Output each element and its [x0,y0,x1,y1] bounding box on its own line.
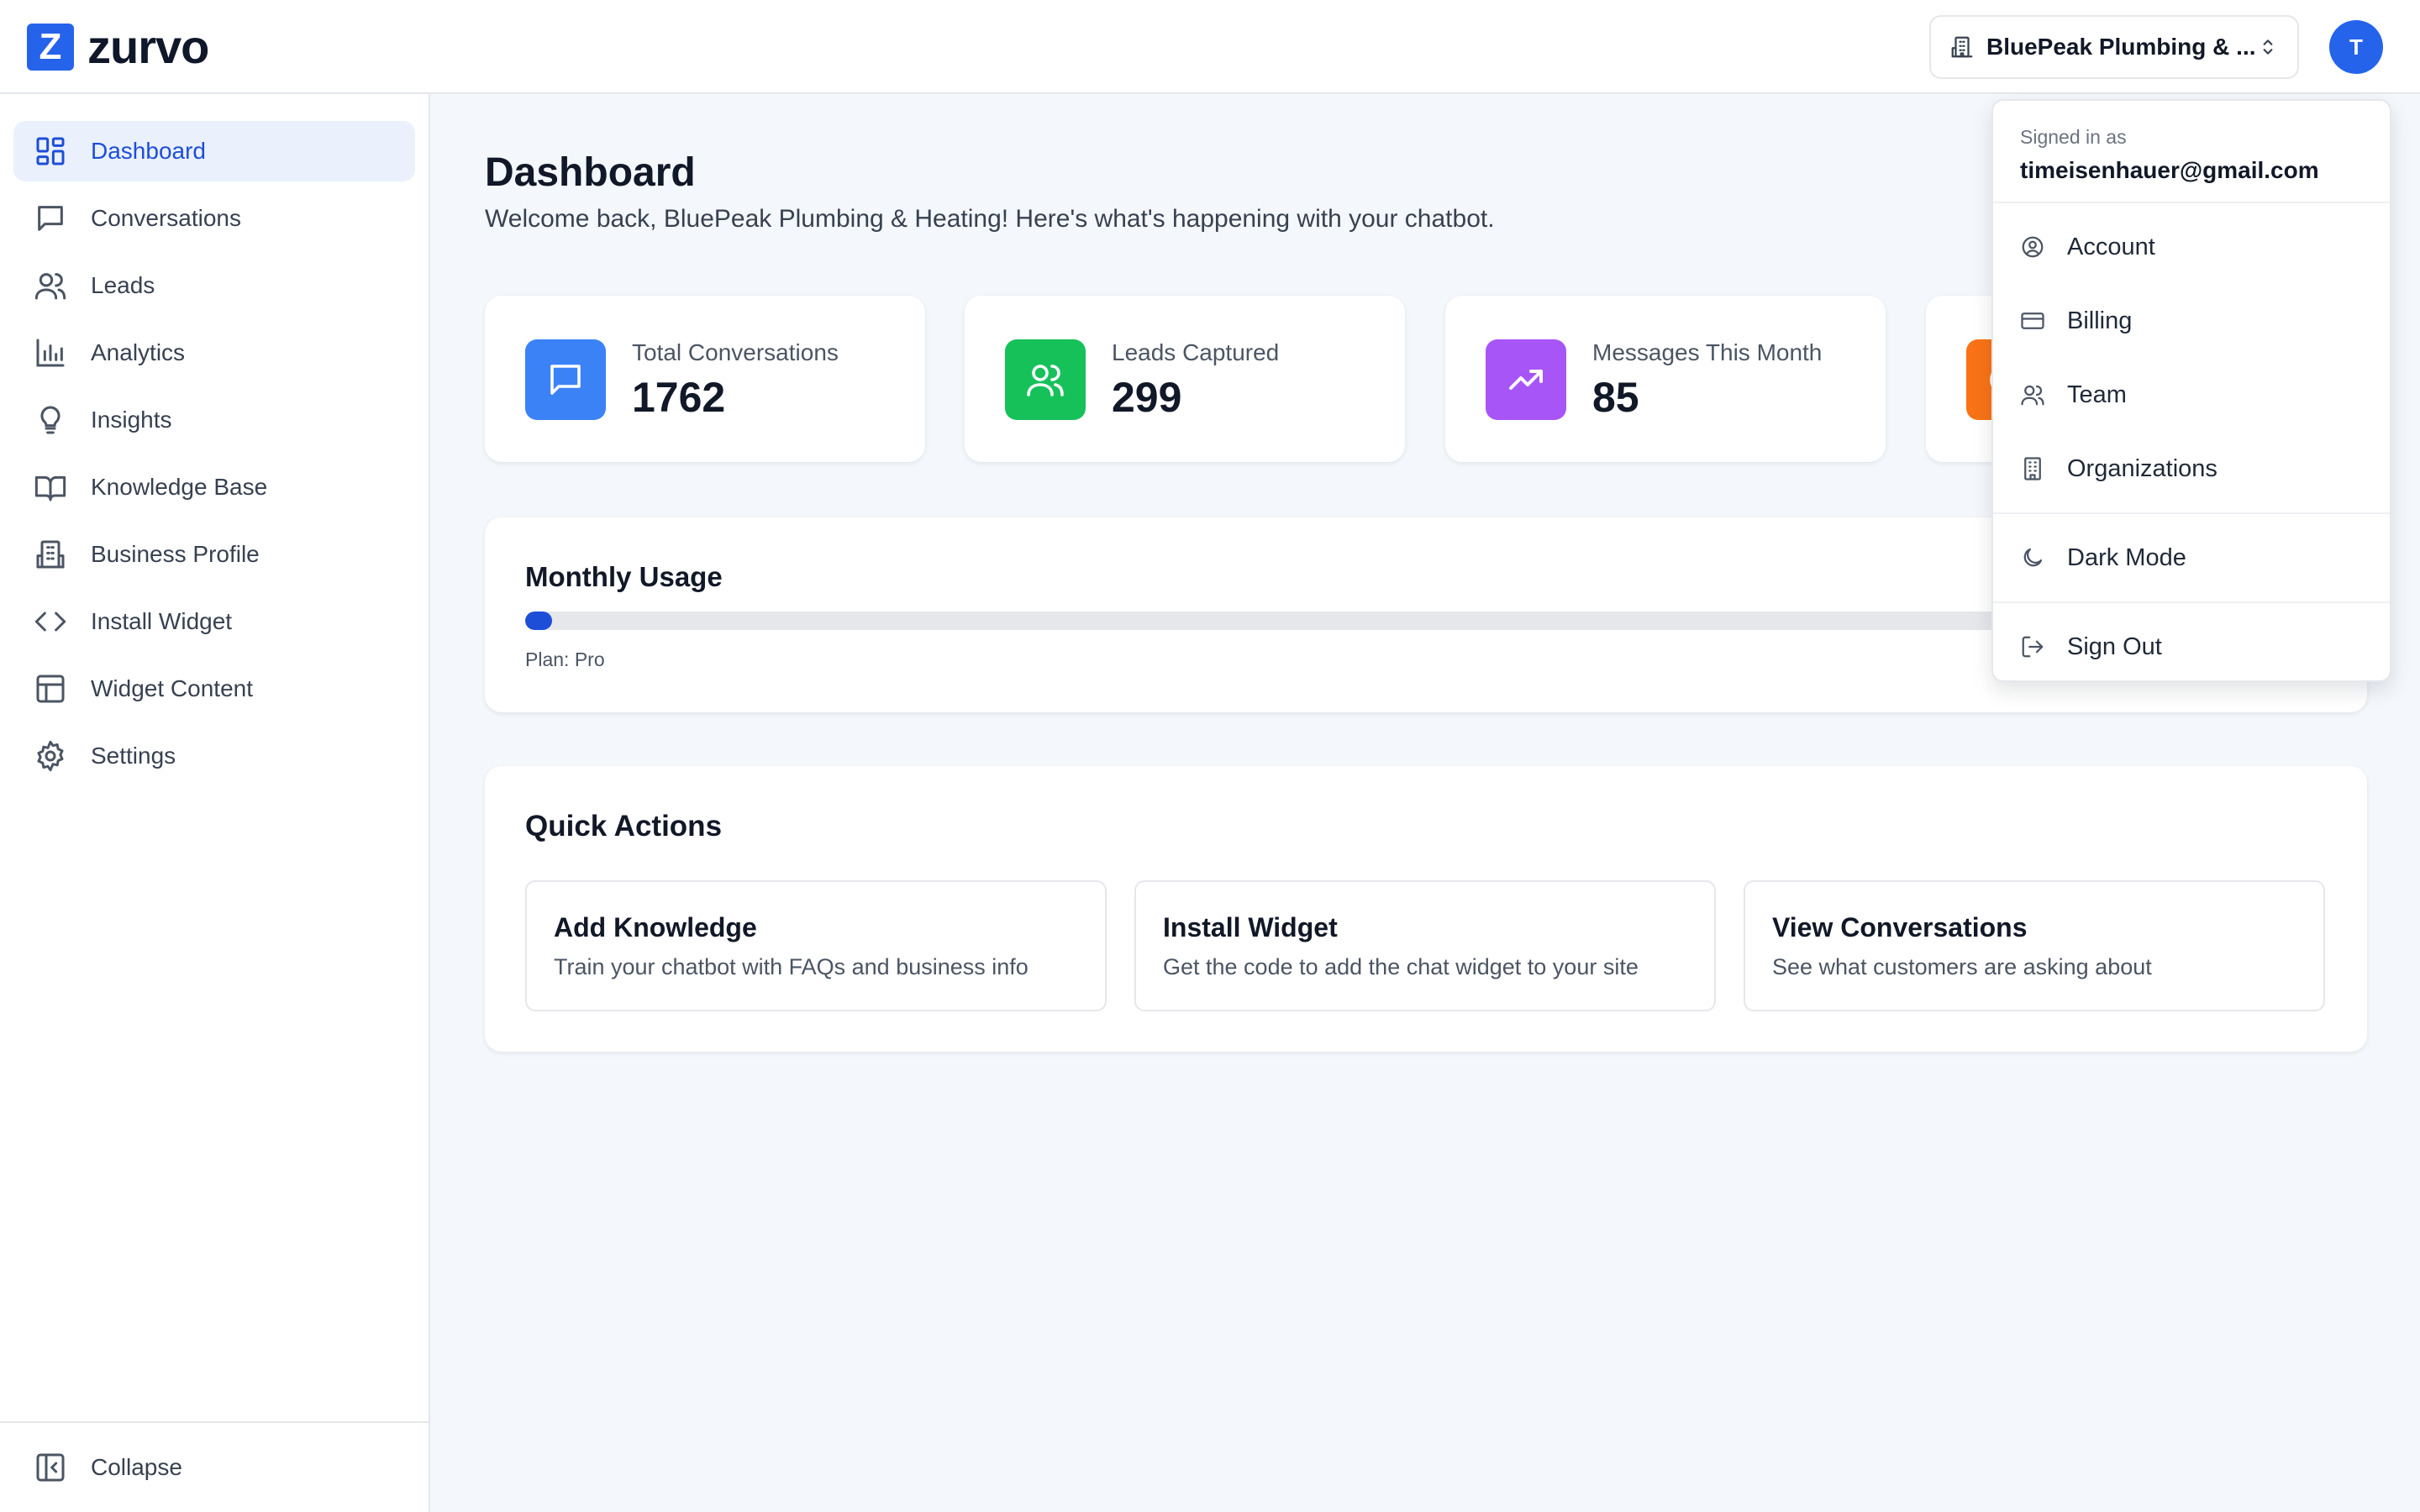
sidebar-nav: Dashboard Conversations Leads Analytics … [0,94,429,820]
chat-icon [550,365,581,395]
stat-icon-box [1005,339,1086,420]
user-menu-dropdown: Signed in as timeisenhauer@gmail.com Acc… [1991,99,2391,682]
sidebar-item-label: Business Profile [91,541,260,567]
menu-item-label: Dark Mode [2067,543,2186,571]
sidebar: Dashboard Conversations Leads Analytics … [0,94,430,1512]
stat-value: 299 [1112,374,1182,421]
page-subtitle: Welcome back, BluePeak Plumbing & Heatin… [485,205,1495,233]
sidebar-item-label: Leads [91,272,155,298]
dashboard-icon [36,137,65,165]
sign-out-icon [2022,636,2044,658]
credit-card-icon [2021,312,2044,329]
menu-item-label: Organizations [2067,454,2217,482]
user-email: timeisenhauer@gmail.com [2020,157,2319,183]
sidebar-item-analytics[interactable]: Analytics [13,323,415,383]
stat-card-leads-captured: Leads Captured 299 [965,296,1405,462]
page-title: Dashboard [485,150,696,195]
sidebar-item-label: Widget Content [91,675,253,701]
menu-item-organizations[interactable]: Organizations [1993,432,2390,506]
quick-action-desc: Train your chatbot with FAQs and busines… [554,954,1028,979]
quick-action-install-widget[interactable]: Install Widget Get the code to add the c… [1134,880,1716,1011]
collapse-sidebar-button[interactable]: Collapse [0,1421,429,1512]
sidebar-item-dashboard[interactable]: Dashboard [13,121,415,181]
layout-icon [36,675,65,703]
menu-item-label: Team [2067,381,2127,408]
usage-progress-fill [525,612,553,630]
quick-action-title: Install Widget [1163,912,1338,942]
user-avatar-button[interactable]: T [2329,20,2383,74]
building-icon [1951,36,1973,58]
sidebar-item-label: Settings [91,743,176,769]
gear-icon [37,740,64,772]
stat-label: Messages This Month [1592,339,1823,365]
users-icon [34,273,66,300]
quick-action-title: Add Knowledge [554,912,757,942]
sidebar-item-conversations[interactable]: Conversations [13,188,415,249]
sidebar-item-insights[interactable]: Insights [13,390,415,450]
lightbulb-icon [40,406,60,434]
code-icon [34,612,66,632]
quick-action-add-knowledge[interactable]: Add Knowledge Train your chatbot with FA… [525,880,1107,1011]
logo-mark: Z [27,24,74,71]
quick-actions-title: Quick Actions [525,810,723,843]
book-icon [34,475,66,501]
quick-action-view-conversations[interactable]: View Conversations See what customers ar… [1744,880,2325,1011]
chevron-up-down-icon [2263,39,2273,55]
building-icon [2024,457,2041,480]
sidebar-item-widget-content[interactable]: Widget Content [13,659,415,719]
sidebar-item-settings[interactable]: Settings [13,726,415,786]
menu-item-label: Billing [2067,307,2133,334]
usage-title: Monthly Usage [525,561,723,592]
sidebar-item-business-profile[interactable]: Business Profile [13,524,415,585]
sidebar-item-label: Dashboard [91,138,206,164]
sidebar-collapse-icon [36,1453,65,1482]
quick-action-desc: See what customers are asking about [1772,954,2152,979]
menu-item-dark-mode[interactable]: Dark Mode [1993,521,2390,595]
sidebar-item-knowledge-base[interactable]: Knowledge Base [13,457,415,517]
sidebar-item-label: Analytics [91,339,186,365]
stat-value: 85 [1592,374,1639,421]
app-logo[interactable]: Z zurvo [27,20,209,73]
stat-value: 1762 [632,374,726,421]
menu-item-team[interactable]: Team [1993,358,2390,432]
stat-label: Total Conversations [632,339,839,365]
menu-item-label: Account [2067,233,2155,260]
logo-text: zurvo [87,20,209,73]
sidebar-item-label: Knowledge Base [91,474,268,500]
stat-label: Leads Captured [1112,339,1280,365]
quick-action-desc: Get the code to add the chat widget to y… [1163,954,1639,979]
menu-divider [1993,512,2390,514]
sidebar-item-label: Conversations [91,205,241,231]
top-header: Z zurvo BluePeak Plumbing & ... T [0,0,2420,94]
stat-icon-box [1486,339,1566,420]
quick-action-title: View Conversations [1772,912,2028,942]
moon-icon [2023,548,2043,567]
chat-icon [38,206,63,231]
sidebar-item-install-widget[interactable]: Install Widget [13,591,415,652]
menu-item-sign-out[interactable]: Sign Out [1993,610,2390,684]
collapse-label: Collapse [91,1454,182,1480]
stat-icon-box [525,339,606,420]
organization-name: BluePeak Plumbing & ... [1986,34,2256,60]
trending-up-icon [1509,370,1543,390]
sidebar-item-leads[interactable]: Leads [13,255,415,316]
sidebar-item-label: Insights [91,407,172,433]
menu-item-label: Sign Out [2067,633,2162,660]
signed-in-label: Signed in as [2020,126,2127,148]
menu-item-billing[interactable]: Billing [1993,284,2390,358]
stat-card-messages-this-month: Messages This Month 85 [1445,296,1886,462]
quick-actions-card: Quick Actions Add Knowledge Train your c… [485,766,2367,1052]
menu-divider [1993,601,2390,603]
user-menu-header: Signed in as timeisenhauer@gmail.com [1993,101,2390,203]
users-icon [1027,365,1064,396]
menu-item-account[interactable]: Account [1993,210,2390,284]
stat-card-total-conversations: Total Conversations 1762 [485,296,925,462]
organization-switcher[interactable]: BluePeak Plumbing & ... [1929,15,2299,79]
building-icon [36,540,65,569]
user-circle-icon [2022,236,2044,258]
bar-chart-icon [36,339,65,367]
usage-plan: Plan: Pro [525,648,605,670]
users-icon [2021,385,2044,406]
sidebar-item-label: Install Widget [91,608,233,634]
